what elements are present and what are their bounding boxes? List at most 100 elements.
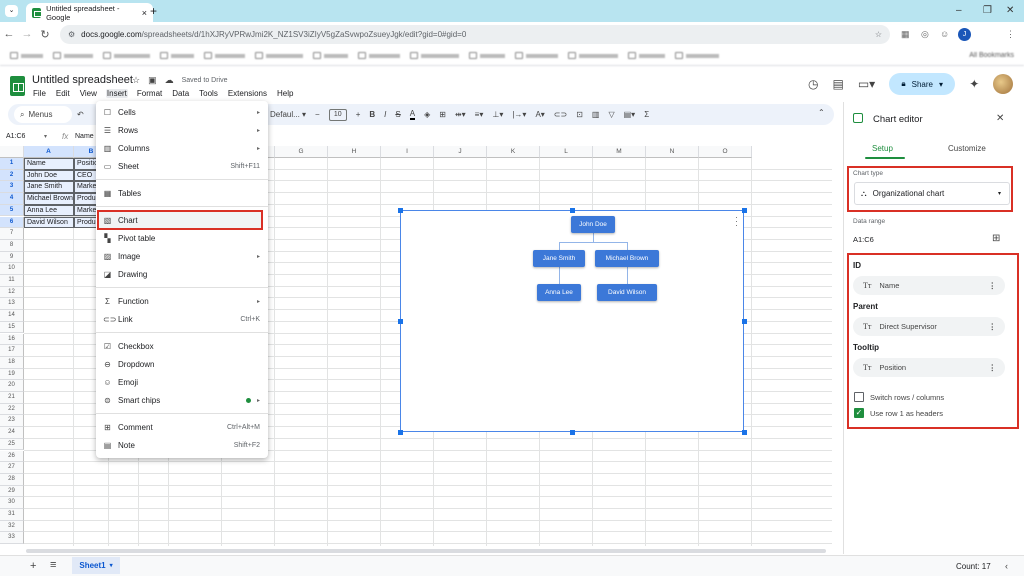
cell[interactable]: Anna Lee [24, 204, 74, 217]
row-header[interactable]: 26 [0, 450, 24, 463]
bookmark-star-icon[interactable]: ☆ [875, 30, 882, 39]
row-header[interactable]: 19 [0, 368, 24, 381]
forward-icon[interactable]: → [18, 28, 36, 40]
column-header[interactable]: O [699, 146, 752, 158]
browser-menu-icon[interactable]: ⋮ [1006, 29, 1015, 40]
column-header[interactable]: M [593, 146, 646, 158]
bookmark-item[interactable] [628, 52, 665, 59]
menu-item-pivot-table[interactable]: ▚ Pivot table [96, 229, 268, 247]
row-header[interactable]: 4 [0, 193, 24, 205]
column-header[interactable]: G [275, 146, 328, 158]
sheet-tab-dropdown-icon[interactable]: ▾ [110, 562, 113, 569]
menu-help[interactable]: Help [276, 89, 294, 98]
bookmark-item[interactable] [410, 52, 459, 59]
row-header[interactable]: 11 [0, 275, 24, 287]
bookmark-item[interactable] [53, 52, 93, 59]
org-node[interactable]: Michael Brown [594, 250, 660, 267]
resize-handle[interactable] [742, 430, 747, 435]
menu-extensions[interactable]: Extensions [227, 89, 268, 98]
menu-data[interactable]: Data [171, 89, 190, 98]
insert-chart-icon[interactable]: ▥ [592, 110, 600, 119]
row-header[interactable]: 12 [0, 286, 24, 299]
menu-item-checkbox[interactable]: ☑ Checkbox [96, 337, 268, 355]
column-header[interactable]: K [487, 146, 540, 158]
menu-item-columns[interactable]: ▥ Columns ▸ [96, 139, 268, 157]
id-field[interactable]: Tт Name ⋮ [853, 276, 1005, 295]
row-header[interactable]: 17 [0, 345, 24, 357]
merge-icon[interactable]: ⇹▾ [455, 110, 466, 119]
column-header[interactable]: A [24, 146, 74, 158]
menu-item-link[interactable]: ⊂⊃ Link Ctrl+K [96, 310, 268, 328]
row-header[interactable]: 21 [0, 392, 24, 404]
row-header[interactable]: 2 [0, 169, 24, 182]
insert-comment-icon[interactable]: ⊡ [576, 110, 583, 119]
row-header[interactable]: 8 [0, 239, 24, 252]
qr-icon[interactable]: ▦ [901, 29, 910, 40]
meet-icon[interactable]: ▭▾ [858, 77, 875, 91]
menu-item-smart-chips[interactable]: ⊜ Smart chips ▸ [96, 391, 268, 409]
text-color-icon[interactable]: A [409, 109, 416, 120]
row-header[interactable]: 33 [0, 532, 24, 545]
row-header[interactable]: 24 [0, 427, 24, 439]
row-header[interactable]: 16 [0, 333, 24, 346]
font-size-input[interactable]: 10 [328, 108, 347, 121]
resize-handle[interactable] [742, 208, 747, 213]
decrease-font-icon[interactable]: − [315, 110, 320, 119]
row-header[interactable]: 20 [0, 380, 24, 392]
row-header[interactable]: 6 [0, 216, 24, 229]
formula-input[interactable]: Name [75, 133, 94, 140]
column-header[interactable]: L [540, 146, 593, 158]
bookmark-item[interactable] [469, 52, 505, 59]
bookmark-item[interactable] [568, 52, 618, 59]
strikethrough-icon[interactable]: S [395, 110, 400, 119]
tab-search-button[interactable]: ⌄ [5, 5, 18, 17]
resize-handle[interactable] [398, 208, 403, 213]
menu-insert[interactable]: Insert [105, 89, 128, 98]
sheets-logo[interactable] [10, 76, 25, 96]
horizontal-scrollbar[interactable] [26, 549, 826, 553]
org-chart[interactable]: · · · John Doe Jane Smith Michael Brown Anna … [398, 208, 747, 435]
bookmark-item[interactable] [675, 52, 719, 59]
menu-item-image[interactable]: ▨ Image ▸ [96, 247, 268, 265]
share-dropdown-icon[interactable]: ▾ [939, 80, 943, 89]
valign-icon[interactable]: ⊥▾ [492, 110, 503, 119]
tooltip-options-icon[interactable]: ⋮ [989, 363, 997, 372]
row-header[interactable]: 27 [0, 462, 24, 474]
explore-toggle-icon[interactable]: ‹ [1005, 561, 1008, 571]
bookmark-item[interactable] [515, 52, 558, 59]
chart-type-select[interactable]: ⛬ Organizational chart ▾ [854, 182, 1010, 205]
menu-item-note[interactable]: ▤ Note Shift+F2 [96, 436, 268, 454]
cell[interactable]: David Wilson [24, 216, 74, 229]
align-icon[interactable]: ≡▾ [475, 110, 484, 119]
sheet-tab[interactable]: Sheet1 ▾ [72, 557, 120, 574]
menu-item-chart[interactable]: ▧ Chart [97, 210, 263, 230]
search-menus-button[interactable]: ⌕ Menus [14, 106, 72, 123]
profile-avatar[interactable]: J [958, 28, 971, 41]
row-header[interactable]: 3 [0, 181, 24, 194]
bold-icon[interactable]: B [369, 110, 375, 119]
row-header[interactable]: 25 [0, 438, 24, 451]
user-avatar[interactable] [993, 74, 1014, 94]
resize-handle[interactable] [398, 319, 403, 324]
comments-icon[interactable]: ▤ [832, 77, 843, 91]
menu-item-cells[interactable]: ☐ Cells ▸ [96, 103, 268, 121]
browser-tab[interactable]: Untitled spreadsheet - Google × [26, 3, 153, 22]
menu-item-comment[interactable]: ⊞ Comment Ctrl+Alt+M [96, 418, 268, 436]
fill-color-icon[interactable]: ◈ [424, 110, 430, 119]
back-icon[interactable]: ← [0, 28, 18, 40]
menu-file[interactable]: File [32, 89, 47, 98]
filter-icon[interactable]: ▽ [608, 110, 614, 119]
camera-icon[interactable]: ◎ [921, 29, 929, 40]
bookmark-item[interactable] [313, 52, 348, 59]
select-range-icon[interactable]: ⊞ [992, 233, 1000, 244]
menu-item-function[interactable]: Σ Function ▸ [96, 292, 268, 310]
wrap-icon[interactable]: |→▾ [512, 110, 526, 119]
undo-icon[interactable]: ↶ [77, 110, 84, 119]
rotate-icon[interactable]: A▾ [535, 110, 544, 119]
menu-item-sheet[interactable]: ▭ Sheet Shift+F11 [96, 157, 268, 175]
tooltip-field[interactable]: Tт Position ⋮ [853, 358, 1005, 377]
resize-handle[interactable] [398, 430, 403, 435]
resize-handle[interactable] [742, 319, 747, 324]
bookmark-item[interactable] [255, 52, 303, 59]
document-title[interactable]: Untitled spreadsheet [32, 74, 133, 86]
